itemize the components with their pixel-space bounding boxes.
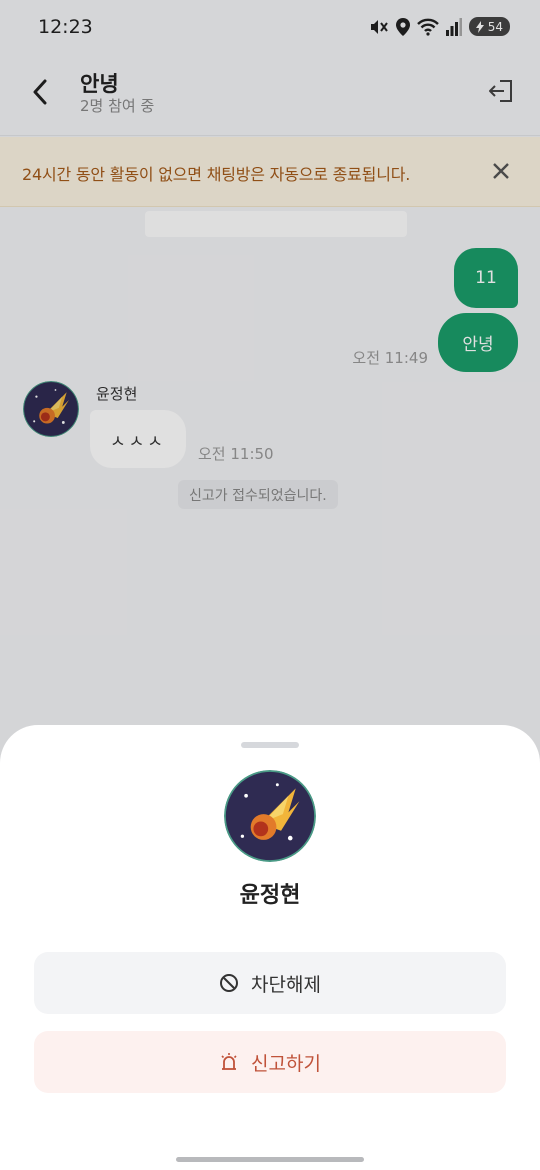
report-button[interactable]: 신고하기 [34, 1031, 506, 1093]
profile-name: 윤정현 [239, 883, 301, 908]
unblock-label: 차단해제 [251, 973, 321, 996]
report-label: 신고하기 [251, 1052, 321, 1075]
profile-avatar [224, 770, 316, 862]
alarm-siren-icon [221, 1053, 237, 1070]
unblock-button[interactable]: 차단해제 [34, 952, 506, 1014]
sheet-drag-handle[interactable] [241, 742, 299, 748]
profile-bottom-sheet: 윤정현 차단해제 신고하기 [0, 725, 540, 1170]
block-icon [220, 974, 239, 992]
home-indicator[interactable] [176, 1157, 364, 1162]
